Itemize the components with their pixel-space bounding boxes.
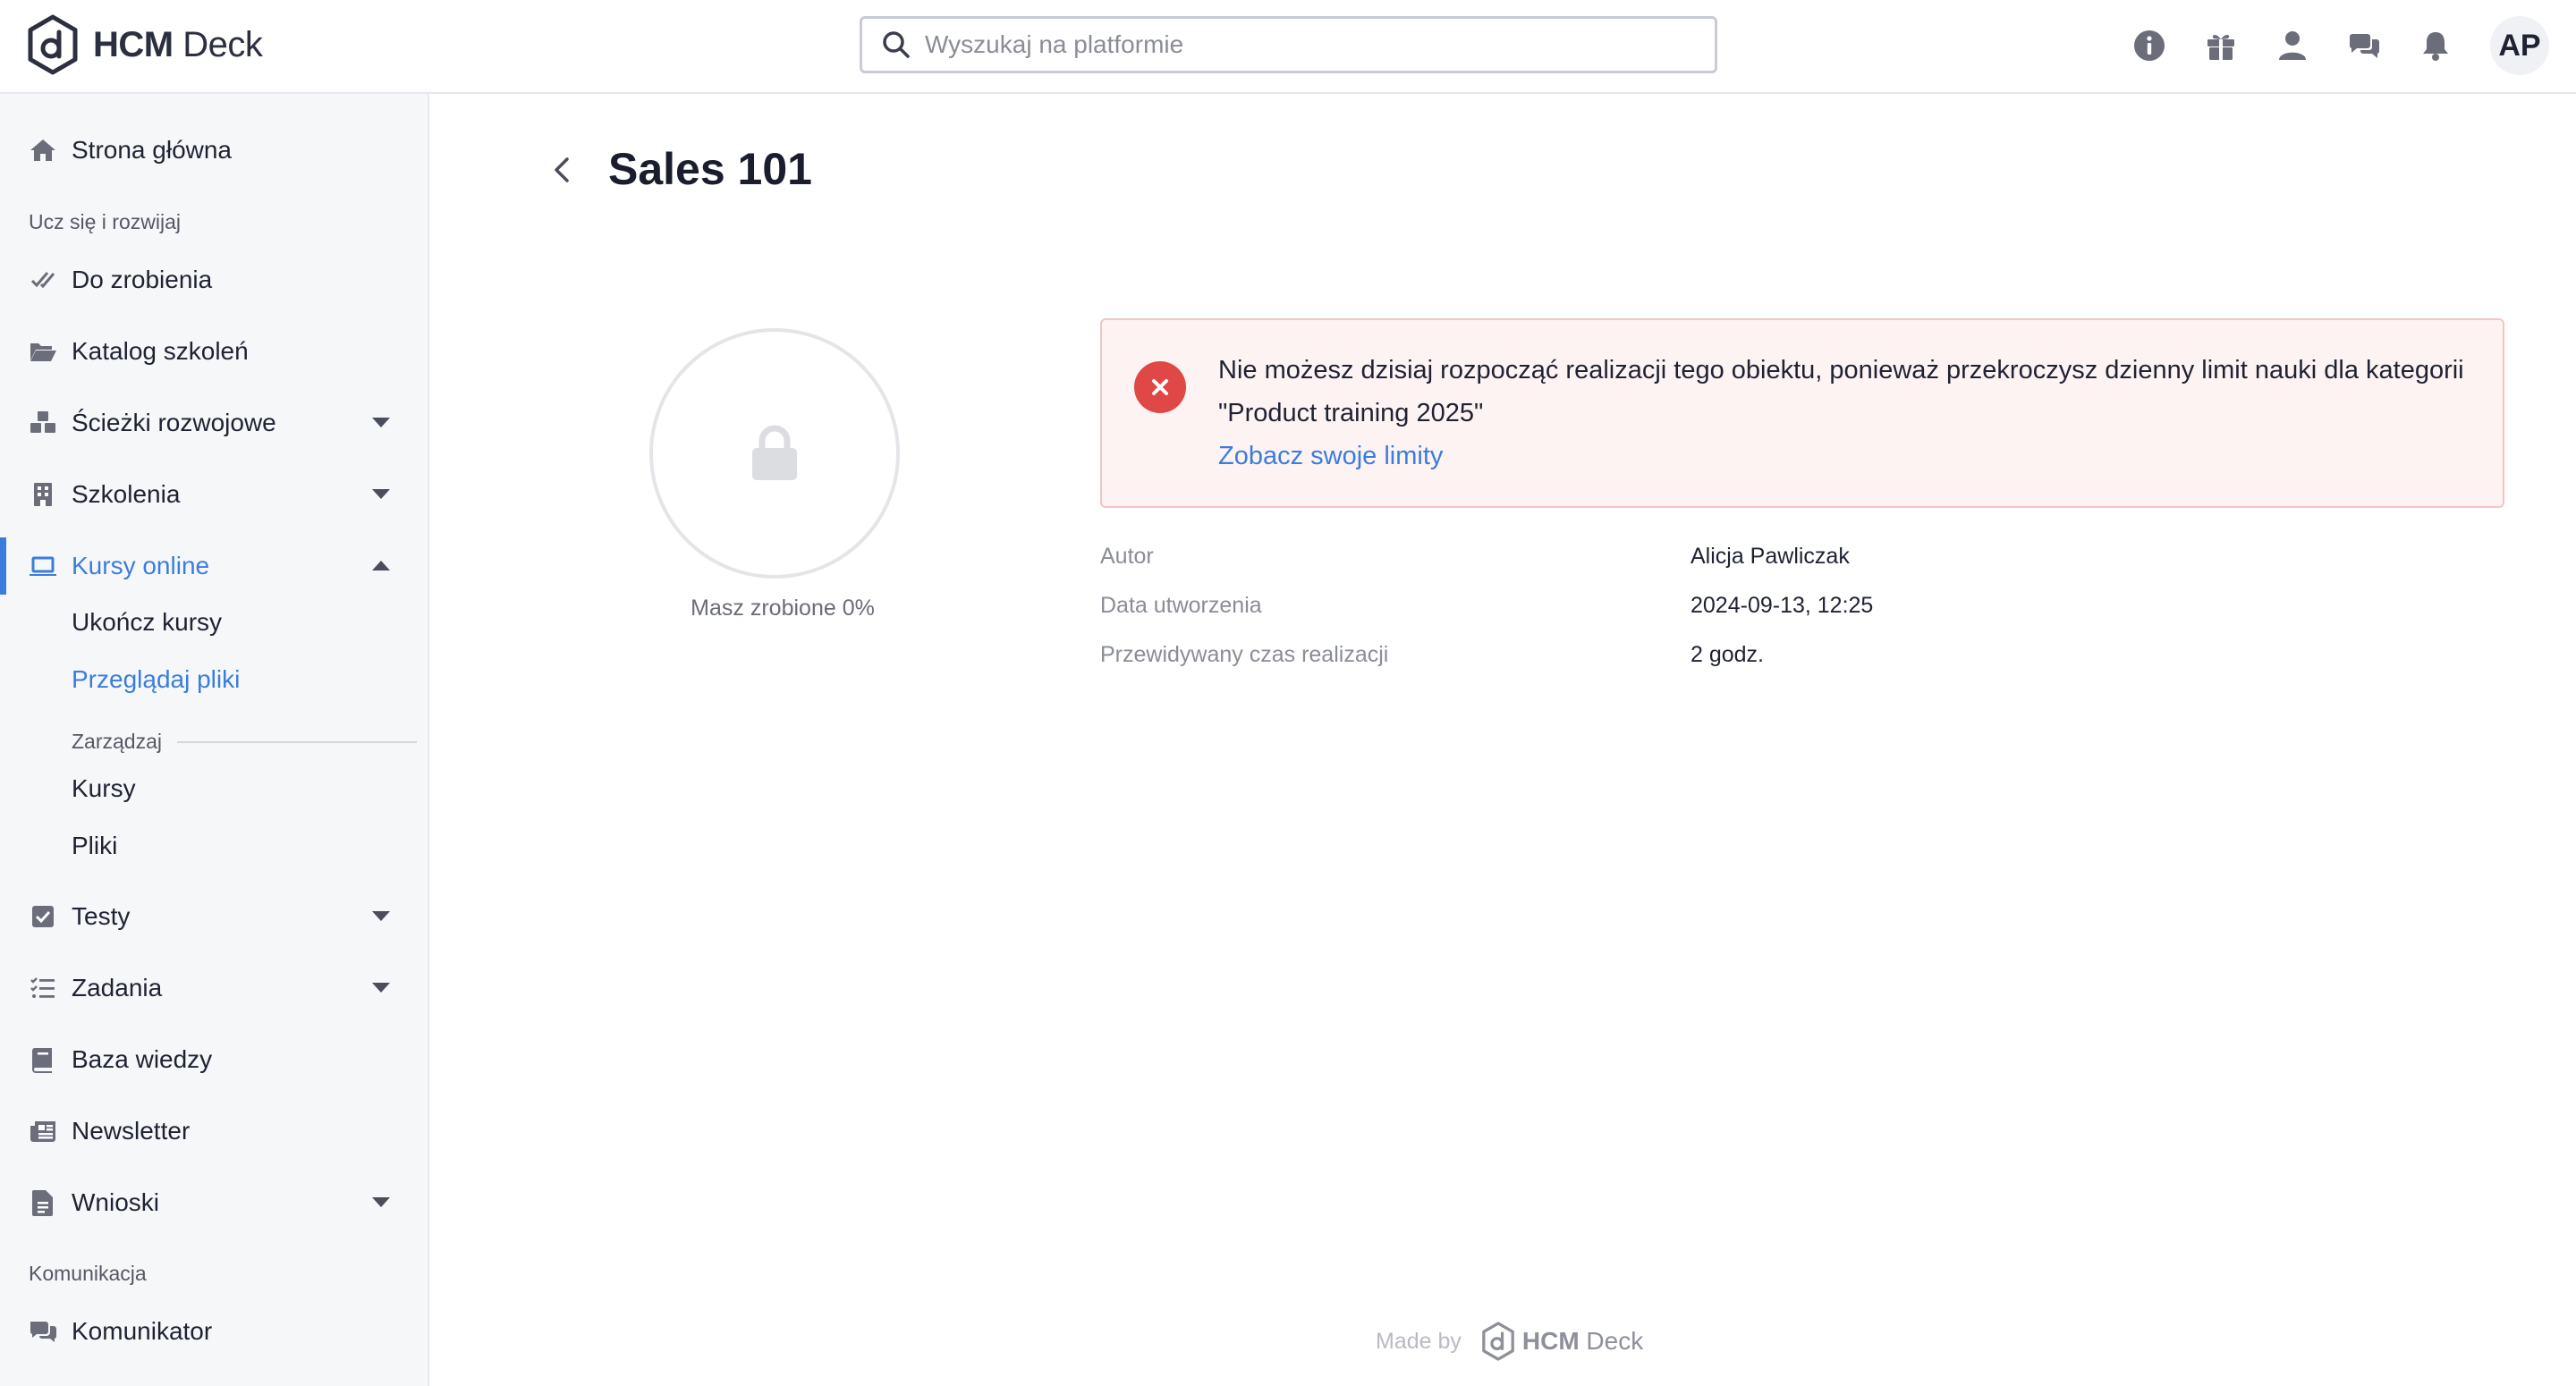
- newspaper-icon: [29, 1117, 57, 1145]
- sidebar-item-requests[interactable]: Wnioski: [0, 1176, 428, 1230]
- profile-button[interactable]: [2275, 29, 2309, 63]
- comments-icon: [29, 1317, 57, 1346]
- page-title: Sales 101: [608, 144, 812, 194]
- sidebar-item-tasks[interactable]: Zadania: [0, 961, 428, 1015]
- sidebar-item-label: Baza wiedzy: [72, 1045, 213, 1073]
- sidebar-item-label: Ścieżki rozwojowe: [72, 409, 276, 436]
- sidebar-item-label: Wnioski: [72, 1188, 160, 1216]
- see-limits-link[interactable]: Zobacz swoje limity: [1218, 435, 1443, 477]
- gift-button[interactable]: [2204, 29, 2238, 63]
- created-date-value: 2024-09-13, 12:25: [1690, 593, 1874, 618]
- cubes-icon: [29, 409, 57, 437]
- double-check-icon: [29, 266, 57, 294]
- file-alt-icon: [29, 1188, 57, 1217]
- alert-message: Nie możesz dzisiaj rozpocząć realizacji …: [1218, 356, 2464, 427]
- sidebar-subitem-courses[interactable]: Kursy: [72, 774, 136, 803]
- author-label: Autor: [1100, 544, 1154, 569]
- info-button[interactable]: [2132, 29, 2166, 63]
- progress-label: Masz zrobione 0%: [691, 596, 875, 621]
- sidebar-item-knowledge-base[interactable]: Baza wiedzy: [0, 1033, 428, 1086]
- chevron-down-icon[interactable]: [372, 911, 390, 921]
- error-alert: Nie możesz dzisiaj rozpocząć realizacji …: [1100, 318, 2504, 508]
- sidebar-item-label: Testy: [72, 902, 131, 930]
- sidebar-item-label: Zadania: [72, 974, 163, 1001]
- hcm-deck-logo[interactable]: HCM Deck: [27, 14, 263, 75]
- gift-icon: [2207, 34, 2234, 60]
- folder-open-icon: [29, 337, 57, 366]
- sidebar-subitem-files[interactable]: Pliki: [72, 832, 117, 860]
- made-by-text: Made by: [1376, 1328, 1462, 1354]
- task-list-icon: [29, 974, 57, 1002]
- sidebar-item-todo[interactable]: Do zrobienia: [0, 253, 428, 307]
- section-label-communication: Komunikacja: [29, 1262, 147, 1285]
- sidebar-item-label: Newsletter: [72, 1117, 191, 1145]
- footer-logo-text: HCM Deck: [1521, 1327, 1644, 1355]
- author-value: Alicja Pawliczak: [1690, 544, 1850, 569]
- avatar[interactable]: AP: [2490, 16, 2549, 75]
- hcm-deck-logo-icon: [28, 14, 78, 75]
- home-icon: [29, 136, 57, 165]
- sidebar-item-online-courses[interactable]: Kursy online: [0, 537, 428, 595]
- sidebar-item-home[interactable]: Strona główna: [0, 123, 428, 177]
- sidebar-item-label: Kursy online: [72, 552, 210, 579]
- book-icon: [29, 1045, 57, 1074]
- footer: Made by HCM Deck: [1376, 1322, 1643, 1361]
- messages-button[interactable]: [2347, 29, 2381, 63]
- sidebar-item-messenger[interactable]: Komunikator: [0, 1305, 428, 1358]
- top-bar: HCM Deck Wyszukaj na platformie AP: [0, 0, 2576, 94]
- duration-value: 2 godz.: [1690, 642, 1765, 667]
- info-icon: [2134, 30, 2165, 61]
- chevron-left-icon: [555, 157, 569, 182]
- logo-text: HCM Deck: [93, 24, 263, 64]
- laptop-icon: [29, 552, 57, 580]
- search-bar[interactable]: [860, 16, 1717, 73]
- lock-icon: [752, 425, 797, 480]
- bell-icon: [2423, 32, 2448, 61]
- footer-logo[interactable]: HCM Deck: [1481, 1322, 1643, 1361]
- building-icon: [29, 480, 57, 509]
- duration-label: Przewidywany czas realizacji: [1100, 642, 1389, 667]
- hcm-deck-logo-icon: [1482, 1322, 1514, 1361]
- sidebar-item-trainings[interactable]: Szkolenia: [0, 468, 428, 521]
- section-label-manage: Zarządzaj: [72, 730, 162, 753]
- chat-icon: [2349, 34, 2380, 58]
- notifications-button[interactable]: [2419, 29, 2453, 63]
- search-input[interactable]: [925, 30, 1658, 59]
- chevron-down-icon[interactable]: [372, 489, 390, 499]
- sidebar-item-catalog[interactable]: Katalog szkoleń: [0, 325, 428, 378]
- progress-circle: [649, 328, 900, 579]
- header-actions: AP: [2132, 14, 2549, 77]
- sidebar-item-newsletter[interactable]: Newsletter: [0, 1104, 428, 1158]
- chevron-down-icon[interactable]: [372, 983, 390, 993]
- created-date-label: Data utworzenia: [1100, 593, 1262, 618]
- sidebar: Strona główna Ucz się i rozwijaj Do zrob…: [0, 94, 429, 1386]
- sidebar-item-label: Szkolenia: [72, 480, 181, 508]
- sidebar-subitem-finish-courses[interactable]: Ukończ kursy: [72, 608, 222, 637]
- divider: [177, 741, 417, 743]
- sidebar-subitem-browse-files[interactable]: Przeglądaj pliki: [72, 665, 240, 694]
- chevron-down-icon[interactable]: [372, 418, 390, 427]
- sidebar-item-label: Komunikator: [72, 1317, 213, 1345]
- sidebar-item-label: Strona główna: [72, 136, 233, 164]
- section-label-learn: Ucz się i rozwijaj: [29, 210, 181, 233]
- checkbox-icon: [29, 902, 57, 931]
- chevron-down-icon[interactable]: [372, 1197, 390, 1207]
- sidebar-item-tests[interactable]: Testy: [0, 890, 428, 943]
- back-button[interactable]: [547, 152, 578, 188]
- sidebar-item-paths[interactable]: Ścieżki rozwojowe: [0, 396, 428, 450]
- sidebar-item-label: Do zrobienia: [72, 266, 213, 293]
- chevron-up-icon[interactable]: [372, 561, 390, 570]
- search-icon: [883, 31, 910, 58]
- sidebar-item-label: Katalog szkoleń: [72, 337, 249, 365]
- user-icon: [2279, 31, 2306, 60]
- error-icon: [1134, 361, 1186, 413]
